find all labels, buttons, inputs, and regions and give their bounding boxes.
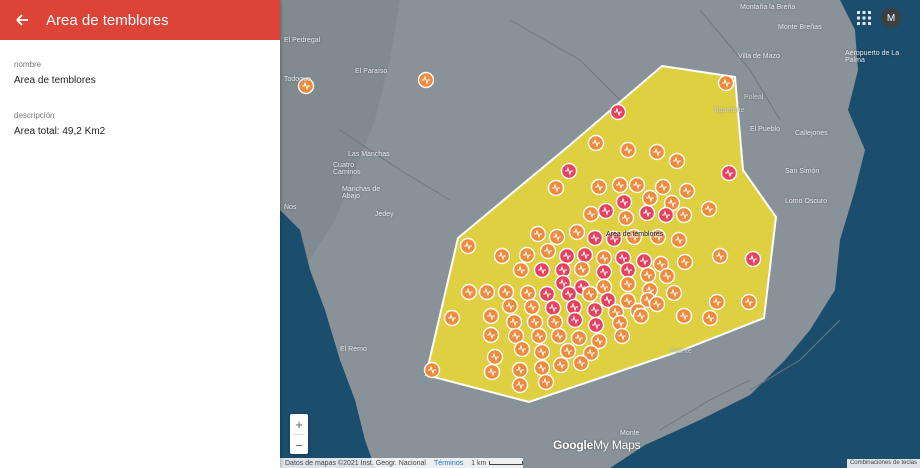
zoom-in-button[interactable]: + [290, 414, 308, 434]
place-label: Jedey [375, 211, 394, 218]
name-label: nombre [14, 60, 42, 69]
place-label: Fuente [670, 348, 692, 355]
place-label: Poleal [744, 94, 764, 101]
account-avatar[interactable]: M [881, 8, 901, 28]
place-label: El Paraíso [355, 68, 388, 75]
zoom-control: + − [290, 414, 308, 454]
logo-google-text: Google [553, 438, 594, 452]
map-attribution: Datos de mapas ©2021 Inst. Geogr. Nacion… [285, 459, 426, 467]
name-value: Area de temblores [14, 75, 96, 86]
place-label: Callejones [795, 130, 828, 137]
description-value: Area total: 49,2 Km2 [14, 126, 106, 137]
scale-bar [489, 461, 524, 465]
place-label: Aeropuerto de La Palma [845, 50, 900, 64]
terms-link[interactable]: Términos [434, 460, 463, 467]
place-label: Tiguerorte [713, 107, 745, 114]
description-label: descripción [14, 111, 55, 120]
logo-mymaps-text: My Maps [593, 438, 641, 452]
place-label: El Pedregal [284, 37, 321, 44]
apps-grid-icon[interactable] [856, 10, 872, 26]
place-label: Las Manchas [348, 151, 390, 158]
details-panel: Area de temblores nombre Area de temblor… [0, 0, 280, 468]
map-footer: Datos de mapas ©2021 Inst. Geogr. Nacion… [280, 458, 524, 468]
place-label: El Remo [340, 346, 367, 353]
place-label: Todoque [284, 76, 311, 83]
place-label: Manchas de Abajo [342, 186, 381, 200]
panel-title: Area de temblores [46, 11, 169, 29]
zoom-out-button[interactable]: − [290, 435, 308, 455]
polygon-label: Area de temblores [606, 231, 664, 238]
place-label: San Simón [785, 168, 820, 175]
place-label: El Pueblo [750, 126, 780, 133]
scale-indicator: 1 km [471, 459, 524, 467]
place-label: Montaña la Breña [740, 4, 796, 11]
google-my-maps-logo: GoogleMy Maps [553, 438, 641, 452]
place-label: Monte [620, 430, 640, 437]
place-label: Nos [284, 204, 297, 211]
keyboard-shortcuts-link[interactable]: Combinaciones de teclas [846, 459, 920, 468]
back-arrow-icon[interactable] [12, 10, 32, 30]
scale-label: 1 km [471, 459, 487, 467]
place-label: Monte Breñas [778, 24, 822, 31]
panel-header: Area de temblores [0, 0, 280, 40]
place-label: Cuatro Caminos [333, 162, 361, 176]
place-label: Villa de Mazo [738, 53, 780, 60]
place-label: Lomo Oscuro [785, 198, 828, 205]
map-canvas[interactable]: Montaña la Breña Monte Breñas Villa de M… [280, 0, 920, 468]
